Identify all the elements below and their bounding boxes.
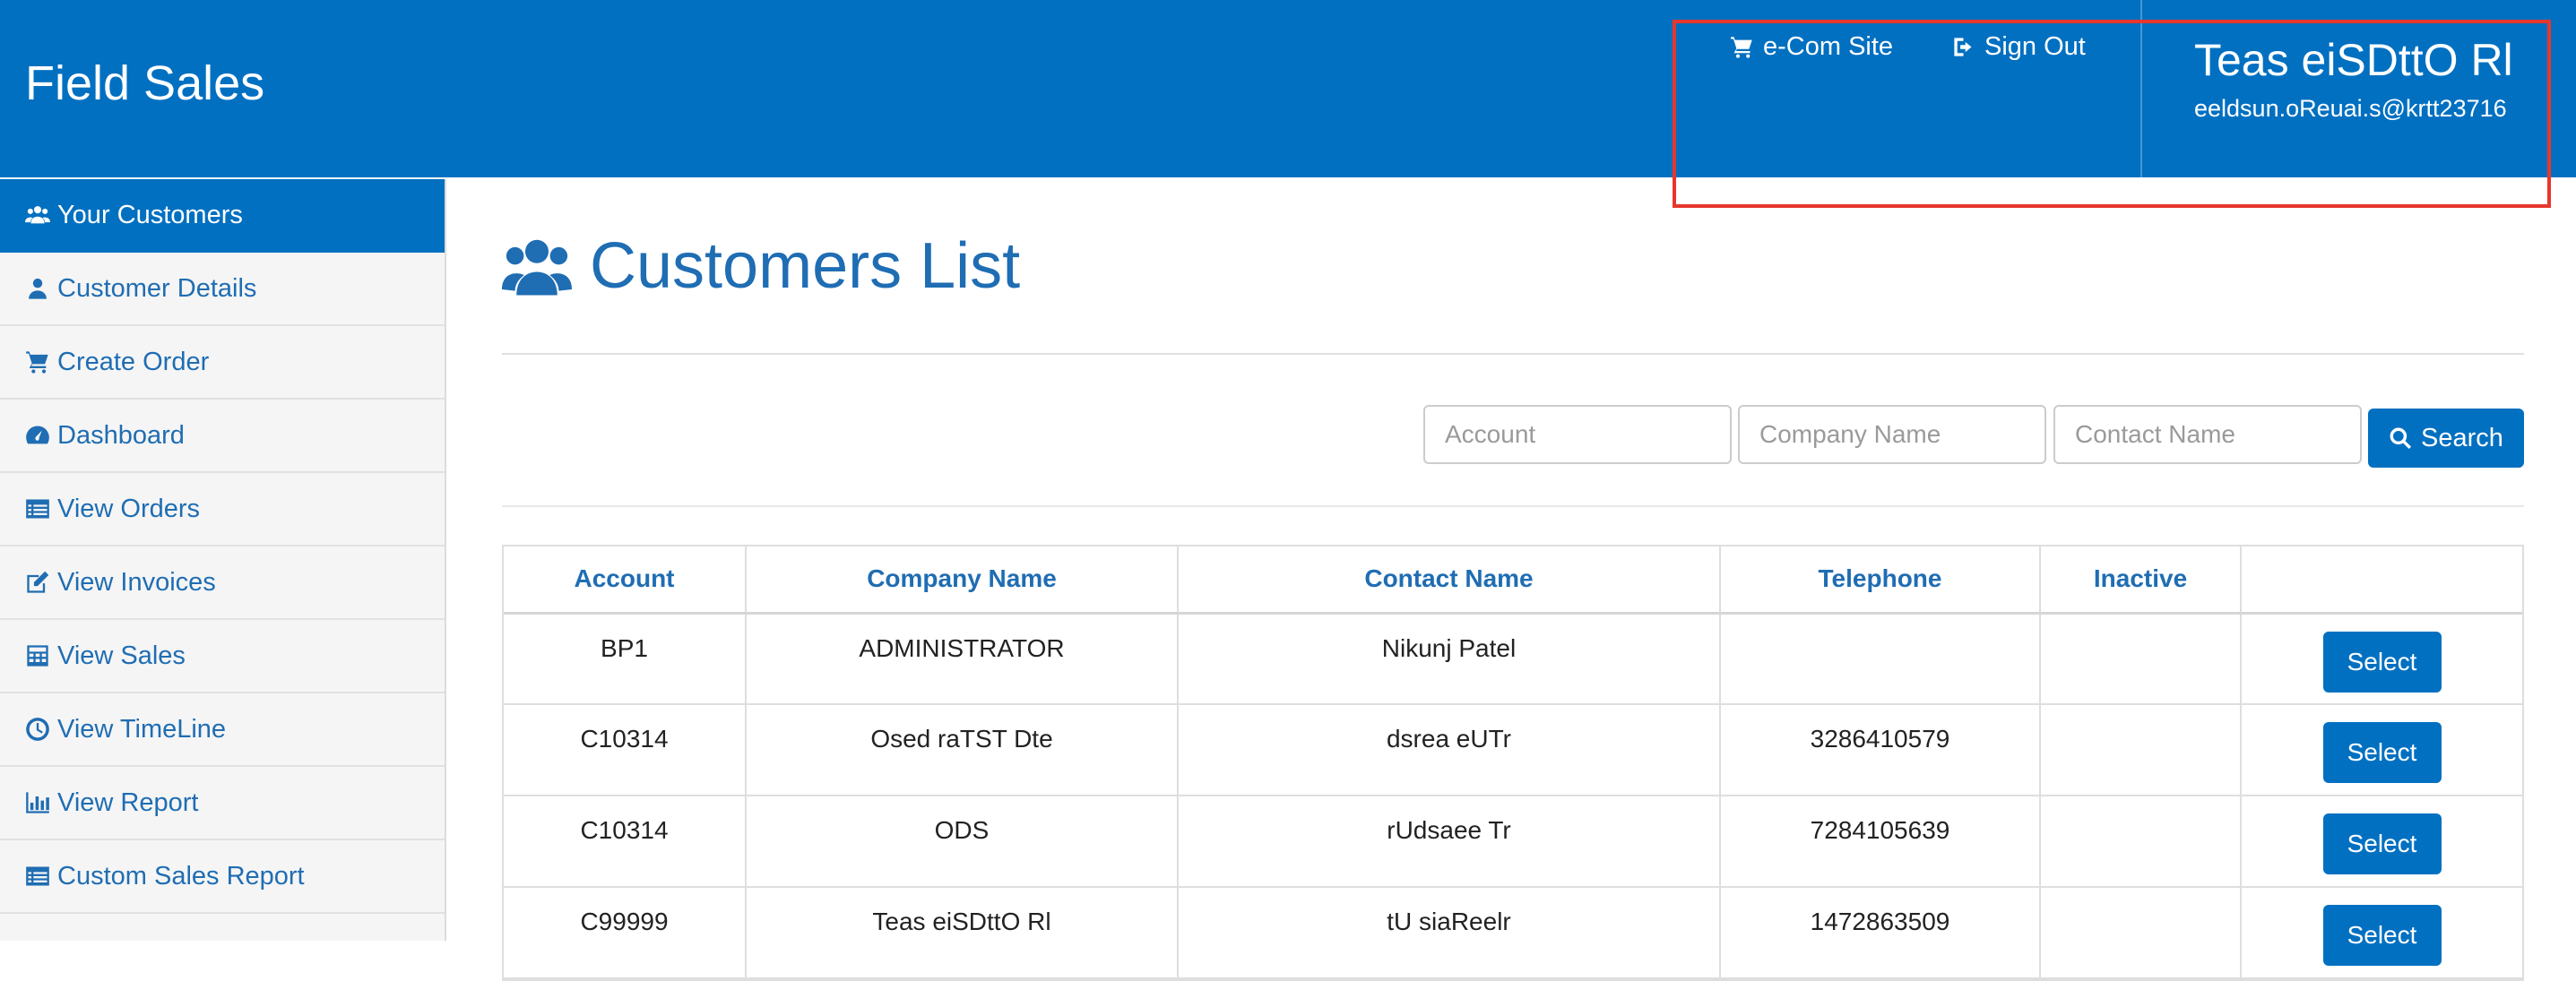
sidebar-item-label: Customer Details bbox=[57, 273, 257, 303]
cell-telephone: 7284105639 bbox=[1720, 796, 2041, 888]
table-row: C99999 Teas eiSDttO Rl tU siaReelr 14728… bbox=[504, 887, 2522, 979]
sidebar-item-label: Dashboard bbox=[57, 420, 185, 450]
sign-out-icon bbox=[1954, 38, 1972, 56]
search-button[interactable]: Search bbox=[2368, 409, 2524, 468]
cell-action: Select bbox=[2241, 704, 2522, 796]
cell-company: ODS bbox=[746, 796, 1179, 888]
cell-contact: rUdsaee Tr bbox=[1178, 796, 1721, 888]
brand-title[interactable]: Field Sales bbox=[25, 56, 264, 111]
cell-inactive bbox=[2040, 704, 2242, 796]
cell-action: Select bbox=[2241, 796, 2522, 888]
table-row: BP1 ADMINISTRATOR Nikunj Patel Select bbox=[504, 613, 2522, 705]
sidebar-item-label: Create Order bbox=[57, 347, 210, 376]
calculator-icon bbox=[27, 645, 48, 667]
column-header-account[interactable]: Account bbox=[504, 546, 747, 615]
company-name-search-input[interactable] bbox=[1738, 405, 2046, 464]
user-icon bbox=[29, 278, 47, 299]
select-button[interactable]: Select bbox=[2322, 722, 2442, 783]
page-title-text: Customers List bbox=[590, 230, 1021, 302]
cell-action: Select bbox=[2241, 613, 2522, 705]
cell-account: C10314 bbox=[504, 796, 747, 888]
ecom-site-label: e-Com Site bbox=[1763, 32, 1894, 61]
sidebar-item-dashboard[interactable]: Dashboard bbox=[0, 400, 445, 473]
select-button[interactable]: Select bbox=[2322, 631, 2442, 693]
sidebar-item-view-timeline[interactable]: View TimeLine bbox=[0, 693, 445, 767]
column-header-contact-name[interactable]: Contact Name bbox=[1178, 546, 1721, 615]
table-row: C10314 Osed raTST Dte dsrea eUTr 3286410… bbox=[504, 704, 2522, 796]
main-content: Customers List Search Account Company Na… bbox=[502, 179, 2524, 981]
clock-icon bbox=[26, 718, 49, 741]
sidebar-item-custom-sales-report[interactable]: Custom Sales Report bbox=[0, 840, 445, 914]
cell-inactive bbox=[2040, 887, 2242, 979]
top-header: Field Sales e-Com Site Sign Out Teas eiS… bbox=[0, 0, 2576, 177]
sidebar-item-label: Your Customers bbox=[57, 200, 243, 229]
users-icon bbox=[25, 206, 50, 224]
select-button[interactable]: Select bbox=[2322, 905, 2442, 966]
sidebar-item-customer-details[interactable]: Customer Details bbox=[0, 253, 445, 326]
dashboard-icon bbox=[26, 426, 49, 444]
sidebar-item-your-customers[interactable]: Your Customers bbox=[0, 179, 445, 253]
cell-inactive bbox=[2040, 796, 2242, 888]
list-icon bbox=[26, 866, 49, 886]
list-icon bbox=[26, 499, 49, 519]
cell-company: Osed raTST Dte bbox=[746, 704, 1179, 796]
cell-account: C10314 bbox=[504, 704, 747, 796]
search-icon bbox=[2390, 427, 2412, 450]
cell-contact: Nikunj Patel bbox=[1178, 613, 1721, 705]
sidebar-item-label: View Orders bbox=[57, 494, 201, 523]
user-name: Teas eiSDttO Rl bbox=[2194, 35, 2513, 85]
header-divider bbox=[2140, 0, 2142, 177]
column-header-telephone[interactable]: Telephone bbox=[1720, 546, 2041, 615]
search-button-label: Search bbox=[2421, 423, 2503, 452]
cell-account: BP1 bbox=[504, 613, 747, 705]
cell-account: C99999 bbox=[504, 887, 747, 979]
users-icon bbox=[502, 239, 572, 296]
sidebar-item-label: View Sales bbox=[57, 641, 186, 670]
cell-company: ADMINISTRATOR bbox=[746, 613, 1179, 705]
sidebar-item-label: View Invoices bbox=[57, 567, 216, 597]
sidebar: Your Customers Customer Details Create O… bbox=[0, 179, 446, 941]
sidebar-item-label: Custom Sales Report bbox=[57, 861, 305, 891]
sign-out-label: Sign Out bbox=[1984, 32, 2086, 61]
contact-name-search-input[interactable] bbox=[2053, 405, 2362, 464]
page-title: Customers List bbox=[502, 179, 2524, 355]
cell-inactive bbox=[2040, 613, 2242, 705]
sidebar-item-label: View TimeLine bbox=[57, 714, 227, 744]
cell-contact: dsrea eUTr bbox=[1178, 704, 1721, 796]
table-row: C10314 ODS rUdsaee Tr 7284105639 Select bbox=[504, 796, 2522, 888]
sidebar-item-label: View Report bbox=[57, 787, 199, 817]
sidebar-item-view-invoices[interactable]: View Invoices bbox=[0, 546, 445, 620]
cell-telephone: 3286410579 bbox=[1720, 704, 2041, 796]
cart-icon bbox=[26, 351, 48, 374]
edit-icon bbox=[27, 571, 49, 593]
column-header-inactive[interactable]: Inactive bbox=[2040, 546, 2242, 615]
sidebar-item-create-order[interactable]: Create Order bbox=[0, 326, 445, 400]
sidebar-item-view-orders[interactable]: View Orders bbox=[0, 473, 445, 546]
cell-telephone bbox=[1720, 613, 2041, 705]
sidebar-item-view-report[interactable]: View Report bbox=[0, 767, 445, 840]
sign-out-link[interactable]: Sign Out bbox=[1951, 32, 2086, 62]
cell-company: Teas eiSDttO Rl bbox=[746, 887, 1179, 979]
select-button[interactable]: Select bbox=[2322, 813, 2442, 874]
cell-action: Select bbox=[2241, 887, 2522, 979]
user-email: eeldsun.oReuai.s@krtt23716 bbox=[2194, 95, 2507, 122]
account-search-input[interactable] bbox=[1423, 405, 1732, 464]
customers-table: Account Company Name Contact Name Teleph… bbox=[502, 545, 2524, 981]
column-header-company-name[interactable]: Company Name bbox=[746, 546, 1179, 615]
bar-chart-icon bbox=[26, 792, 49, 813]
cart-icon bbox=[1731, 37, 1752, 58]
cell-contact: tU siaReelr bbox=[1178, 887, 1721, 979]
ecom-site-link[interactable]: e-Com Site bbox=[1730, 32, 1893, 62]
cell-telephone: 1472863509 bbox=[1720, 887, 2041, 979]
search-bar: Search bbox=[502, 355, 2524, 507]
column-header-action bbox=[2241, 546, 2522, 615]
table-header-row: Account Company Name Contact Name Teleph… bbox=[504, 546, 2522, 615]
sidebar-item-view-sales[interactable]: View Sales bbox=[0, 620, 445, 693]
